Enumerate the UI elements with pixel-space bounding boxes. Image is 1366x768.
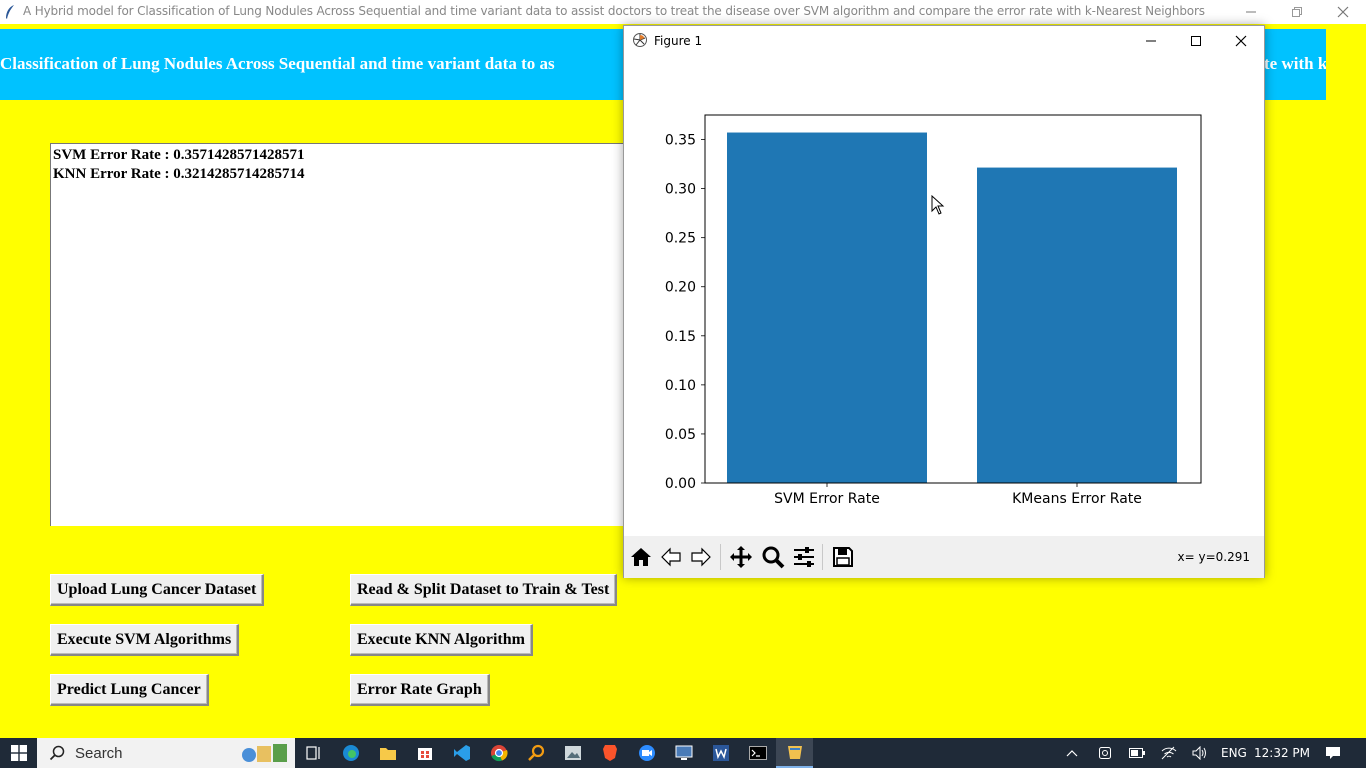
- y-tick-label: 0.35: [665, 133, 696, 149]
- execute-knn-button[interactable]: Execute KNN Algorithm: [350, 624, 533, 656]
- x-tick-label: SVM Error Rate: [774, 491, 880, 507]
- windows-icon: [10, 745, 27, 761]
- output-line-knn: KNN Error Rate : 0.3214285714285714: [53, 166, 305, 182]
- python-figure-icon[interactable]: [776, 738, 813, 768]
- y-tick-label: 0.15: [665, 329, 696, 345]
- file-explorer-icon[interactable]: [369, 738, 406, 768]
- error-rate-graph-button[interactable]: Error Rate Graph: [350, 674, 490, 706]
- language-indicator[interactable]: ENG: [1221, 746, 1247, 760]
- brave-icon[interactable]: [591, 738, 628, 768]
- configure-subplots-icon[interactable]: [790, 543, 818, 571]
- chrome-icon[interactable]: [480, 738, 517, 768]
- toolbar-separator: [822, 544, 823, 570]
- figure-close-button[interactable]: [1218, 26, 1264, 56]
- coordinate-readout: x= y=0.291: [1177, 550, 1250, 564]
- banner-text: Classification of Lung Nodules Across Se…: [0, 54, 555, 73]
- app-titlebar: A Hybrid model for Classification of Lun…: [0, 0, 1366, 24]
- store-icon[interactable]: [406, 738, 443, 768]
- figure-titlebar[interactable]: Figure 1: [624, 26, 1264, 56]
- taskbar: Search ENG 12:32 PM: [0, 738, 1366, 768]
- command-prompt-icon[interactable]: [739, 738, 776, 768]
- predict-lung-cancer-button[interactable]: Predict Lung Cancer: [50, 674, 209, 706]
- clock[interactable]: 12:32 PM: [1254, 746, 1310, 760]
- banner-text-tail: te with k: [1264, 54, 1326, 73]
- minimize-button[interactable]: [1228, 0, 1274, 24]
- zoom-app-icon[interactable]: [628, 738, 665, 768]
- y-tick-label: 0.10: [665, 378, 696, 394]
- search-highlight-icon: [242, 744, 287, 762]
- y-tick-label: 0.20: [665, 280, 696, 296]
- volume-icon[interactable]: [1189, 738, 1211, 768]
- feather-icon: [3, 4, 17, 20]
- read-split-dataset-button[interactable]: Read & Split Dataset to Train & Test: [350, 574, 618, 606]
- pan-icon[interactable]: [727, 543, 755, 571]
- taskbar-search-box[interactable]: Search: [37, 738, 295, 768]
- execute-svm-button[interactable]: Execute SVM Algorithms: [50, 624, 240, 656]
- zoom-icon[interactable]: [759, 543, 787, 571]
- figure-title: Figure 1: [654, 34, 703, 48]
- vscode-icon[interactable]: [443, 738, 480, 768]
- save-icon[interactable]: [829, 543, 857, 571]
- figure-minimize-button[interactable]: [1128, 26, 1174, 56]
- remote-desktop-icon[interactable]: [665, 738, 702, 768]
- search-tool-icon[interactable]: [517, 738, 554, 768]
- edge-browser-icon[interactable]: [332, 738, 369, 768]
- home-icon[interactable]: [627, 543, 655, 571]
- figure-window[interactable]: Figure 1 SVM Error Rate KMeans Error Rate…: [623, 25, 1265, 578]
- search-placeholder: Search: [75, 745, 123, 762]
- window-title: A Hybrid model for Classification of Lun…: [23, 4, 1205, 18]
- figure-toolbar: x= y=0.291: [624, 536, 1264, 578]
- bar-chart[interactable]: SVM Error Rate KMeans Error Rate 0.00 0.05 0…: [624, 56, 1264, 536]
- bar: [977, 167, 1177, 484]
- tray-chevron-up-icon[interactable]: [1061, 738, 1083, 768]
- toolbar-separator: [720, 544, 721, 570]
- word-icon[interactable]: [702, 738, 739, 768]
- figure-maximize-button[interactable]: [1173, 26, 1219, 56]
- output-text-area[interactable]: SVM Error Rate : 0.3571428571428571 KNN …: [50, 143, 630, 526]
- matplotlib-icon: [632, 32, 648, 48]
- meet-now-icon[interactable]: [1094, 738, 1116, 768]
- task-view-icon[interactable]: [295, 738, 332, 768]
- upload-dataset-button[interactable]: Upload Lung Cancer Dataset: [50, 574, 265, 606]
- y-tick-label: 0.30: [665, 182, 696, 198]
- close-button[interactable]: [1320, 0, 1366, 24]
- wifi-icon[interactable]: [1158, 738, 1180, 768]
- search-icon: [49, 745, 65, 761]
- back-icon[interactable]: [657, 543, 685, 571]
- forward-icon[interactable]: [687, 543, 715, 571]
- photos-icon[interactable]: [554, 738, 591, 768]
- mouse-cursor-icon: [931, 195, 945, 215]
- start-button[interactable]: [0, 738, 37, 768]
- bar: [727, 132, 927, 483]
- y-tick-label: 0.25: [665, 231, 696, 247]
- x-tick-label: KMeans Error Rate: [1012, 491, 1142, 507]
- restore-button[interactable]: [1274, 0, 1320, 24]
- y-tick-label: 0.00: [665, 476, 696, 492]
- y-tick-label: 0.05: [665, 427, 696, 443]
- notifications-icon[interactable]: [1322, 738, 1344, 768]
- battery-icon[interactable]: [1126, 738, 1148, 768]
- output-line-svm: SVM Error Rate : 0.3571428571428571: [53, 147, 305, 163]
